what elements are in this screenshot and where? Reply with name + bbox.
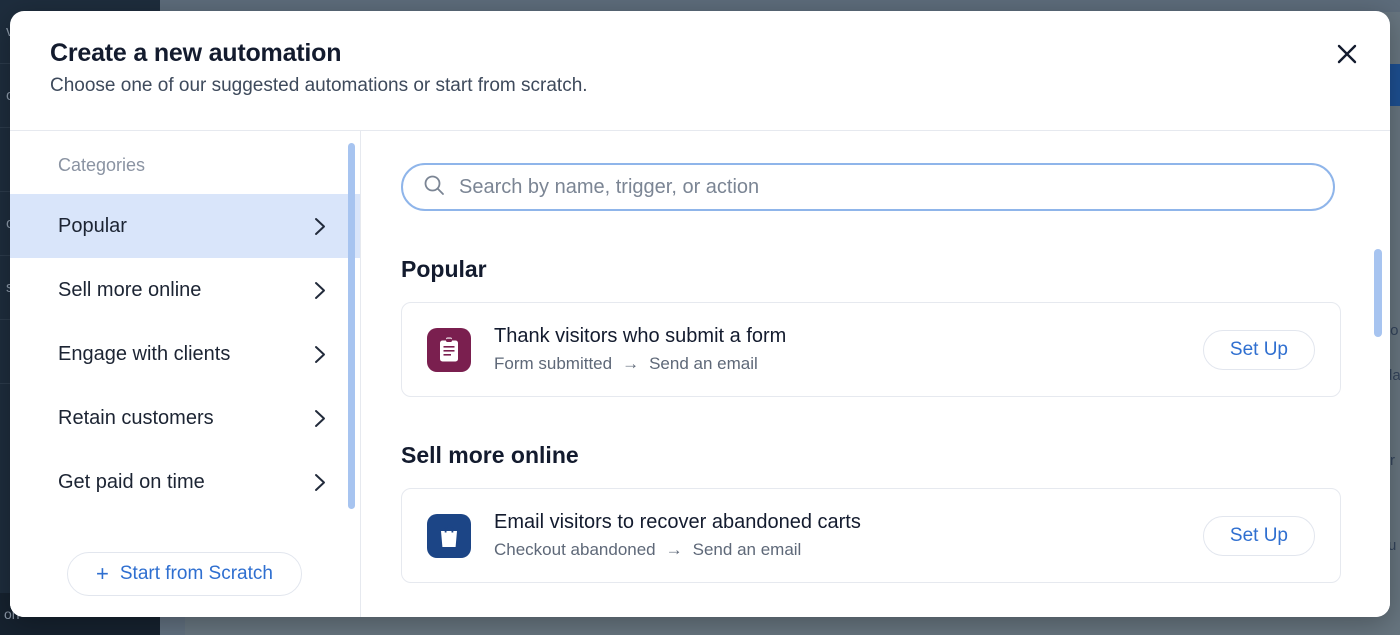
page-title: Create a new automation — [50, 39, 342, 67]
automation-flow: Form submitted → Send an email — [494, 354, 1180, 374]
sidebar-footer: + Start from Scratch — [10, 531, 359, 617]
automation-title: Thank visitors who submit a form — [494, 325, 787, 347]
automation-trigger: Checkout abandoned — [494, 540, 656, 559]
page-subtitle: Choose one of our suggested automations … — [50, 75, 588, 96]
sidebar-item-popular[interactable]: Popular — [10, 194, 360, 258]
search-box[interactable] — [401, 163, 1335, 211]
sidebar-item-label: Retain customers — [58, 406, 214, 429]
shopping-bag-icon — [427, 513, 471, 558]
sidebar-item-sell-more-online[interactable]: Sell more online — [10, 258, 360, 322]
section-title-popular: Popular — [401, 256, 487, 282]
automation-title: Email visitors to recover abandoned cart… — [494, 511, 861, 533]
plus-icon: + — [96, 561, 109, 586]
categories-heading: Categories — [58, 155, 146, 175]
automation-flow: Checkout abandoned → Send an email — [494, 540, 1180, 560]
automation-trigger: Form submitted — [494, 354, 613, 373]
search-wrapper — [401, 163, 1335, 211]
sidebar-item-label: Popular — [58, 214, 127, 237]
search-icon — [423, 174, 445, 201]
automation-action: Send an email — [692, 540, 802, 559]
set-up-button[interactable]: Set Up — [1202, 329, 1315, 370]
modal-header: Create a new automation Choose one of ou… — [10, 11, 1390, 119]
sidebar-scrollbar[interactable] — [348, 143, 355, 509]
chevron-right-icon — [314, 409, 326, 428]
automation-card[interactable]: Thank visitors who submit a form Form su… — [401, 302, 1341, 397]
start-from-scratch-label: Start from Scratch — [119, 563, 273, 584]
automation-card-text: Email visitors to recover abandoned cart… — [494, 511, 1180, 560]
categories-list: Categories Popular Sell more online Enga… — [10, 131, 360, 531]
close-button[interactable] — [1330, 37, 1364, 71]
modal-body: Categories Popular Sell more online Enga… — [10, 131, 1390, 617]
main-scrollbar[interactable] — [1374, 249, 1382, 337]
arrow-right-icon: → — [622, 354, 640, 373]
create-automation-modal: Create a new automation Choose one of ou… — [10, 11, 1390, 617]
set-up-button[interactable]: Set Up — [1202, 515, 1315, 556]
sidebar-item-clipped[interactable] — [10, 514, 360, 531]
automations-panel: Popular Thank visitors who su — [361, 131, 1390, 617]
chevron-right-icon — [314, 281, 326, 300]
sidebar-item-label: Get paid on time — [58, 470, 205, 493]
chevron-right-icon — [314, 473, 326, 492]
close-icon — [1336, 43, 1358, 65]
chevron-right-icon — [314, 345, 326, 364]
automation-card[interactable]: Email visitors to recover abandoned cart… — [401, 488, 1341, 583]
section-title-sell-more-online: Sell more online — [401, 442, 579, 468]
sidebar-item-retain-customers[interactable]: Retain customers — [10, 386, 360, 450]
automation-card-text: Thank visitors who submit a form Form su… — [494, 325, 1180, 374]
arrow-right-icon: → — [665, 540, 683, 559]
sidebar-item-engage-with-clients[interactable]: Engage with clients — [10, 322, 360, 386]
sidebar-item-label: Engage with clients — [58, 342, 231, 365]
sidebar-item-get-paid-on-time[interactable]: Get paid on time — [10, 450, 360, 514]
search-input[interactable] — [459, 175, 1313, 199]
chevron-right-icon — [314, 217, 326, 236]
clipboard-icon — [427, 327, 471, 372]
automation-action: Send an email — [649, 354, 758, 373]
categories-sidebar: Categories Popular Sell more online Enga… — [10, 131, 361, 617]
background-text: r — [1390, 452, 1395, 469]
sidebar-item-label: Sell more online — [58, 278, 202, 301]
start-from-scratch-button[interactable]: + Start from Scratch — [67, 552, 302, 596]
